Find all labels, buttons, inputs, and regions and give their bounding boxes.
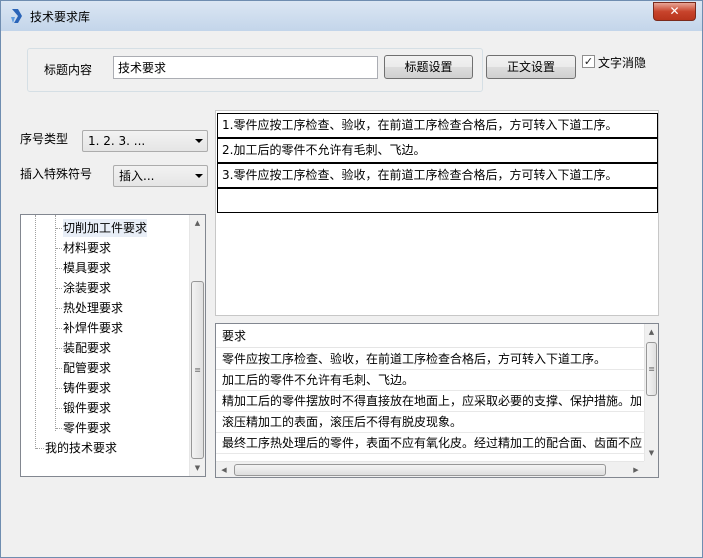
scroll-right-icon[interactable]: ▶ — [628, 462, 644, 477]
list-item[interactable]: 零件应按工序检查、验收，在前道工序检查合格后，方可转入下道工序。 — [216, 349, 644, 370]
grip-icon: ≡ — [648, 364, 655, 374]
title-bar[interactable]: 技术要求库 ✕ — [1, 1, 702, 31]
tree-branch-line — [56, 408, 62, 409]
list-item[interactable]: 精加工后的零件摆放时不得直接放在地面上，应采取必要的支撑、保护措施。加 — [216, 391, 644, 412]
tree-branch-line — [56, 388, 62, 389]
list-column-header[interactable]: 要求 — [216, 324, 644, 348]
list-hscroll-thumb[interactable] — [234, 464, 606, 476]
scroll-up-icon[interactable]: ▲ — [190, 215, 205, 231]
scrollbar-corner — [644, 461, 658, 477]
special-symbol-value: 插入... — [119, 169, 155, 183]
tree-branch-line — [36, 448, 44, 449]
scroll-left-icon[interactable]: ◀ — [216, 462, 232, 477]
tree-item-forging[interactable]: 锻件要求 — [63, 399, 111, 417]
list-item[interactable]: 滚压精加工的表面，滚压后不得有脱皮现象。 — [216, 412, 644, 433]
title-content-label: 标题内容 — [44, 63, 93, 77]
list-vscroll-thumb[interactable]: ≡ — [646, 342, 657, 396]
window-title: 技术要求库 — [30, 10, 91, 24]
tree-branch-line — [56, 428, 62, 429]
tree-item-my-requirements[interactable]: 我的技术要求 — [45, 439, 117, 457]
tree-branch-line — [56, 248, 62, 249]
tree-branch-line — [56, 268, 62, 269]
text-hide-checkbox[interactable]: ✓ — [582, 55, 595, 68]
tree-item-cutting[interactable]: 切削加工件要求 — [63, 219, 148, 237]
scroll-up-icon[interactable]: ▲ — [645, 324, 658, 340]
tree-item-casting[interactable]: 铸件要求 — [63, 379, 111, 397]
close-icon: ✕ — [669, 4, 680, 18]
tree-item-material[interactable]: 材料要求 — [63, 239, 111, 257]
scroll-down-icon[interactable]: ▼ — [190, 460, 205, 476]
tree-scroll-thumb[interactable]: ≡ — [191, 281, 204, 459]
list-horizontal-scrollbar[interactable]: ◀ ▶ — [216, 461, 644, 477]
editor-row[interactable]: 1.零件应按工序检查、验收，在前道工序检查合格后，方可转入下道工序。 — [217, 113, 658, 138]
tree-item-assembly[interactable]: 装配要求 — [63, 339, 111, 357]
text-hide-label: 文字消隐 — [598, 56, 647, 70]
chevron-down-icon — [195, 174, 203, 178]
numbering-type-select[interactable]: 1. 2. 3. ... — [82, 130, 208, 152]
tree-item-part[interactable]: 零件要求 — [63, 419, 111, 437]
list-item[interactable]: 加工后的零件不允许有毛刺、飞边。 — [216, 370, 644, 391]
tree-branch-line — [56, 348, 62, 349]
list-item[interactable]: 最终工序热处理后的零件，表面不应有氧化皮。经过精加工的配合面、齿面不应 — [216, 433, 644, 454]
special-symbol-select[interactable]: 插入... — [113, 165, 208, 187]
editor-row[interactable] — [217, 188, 658, 213]
tree-scrollbar[interactable]: ▲ ≡ ▼ — [189, 215, 205, 476]
tree-branch-line — [56, 228, 62, 229]
tech-requirements-window: 技术要求库 ✕ 标题内容 技术要求 标题设置 正文设置 ✓ 文字消隐 序号类型 … — [0, 0, 703, 558]
special-symbol-label: 插入特殊符号 — [20, 167, 93, 181]
tree-branch-line — [56, 288, 62, 289]
tree-item-mold[interactable]: 模具要求 — [63, 259, 111, 277]
tree-root-connector — [35, 215, 36, 449]
grip-icon: ≡ — [194, 365, 201, 375]
body-settings-button[interactable]: 正文设置 — [486, 55, 576, 79]
tree-item-piping[interactable]: 配管要求 — [63, 359, 111, 377]
editor-row[interactable]: 3.零件应按工序检查、验收，在前道工序检查合格后，方可转入下道工序。 — [217, 163, 658, 188]
list-vertical-scrollbar[interactable]: ▲ ≡ ▼ — [644, 324, 658, 461]
requirements-list[interactable]: 要求 零件应按工序检查、验收，在前道工序检查合格后，方可转入下道工序。 加工后的… — [215, 323, 659, 478]
app-logo-icon — [11, 9, 22, 23]
checkmark-icon: ✓ — [583, 55, 594, 68]
title-settings-button[interactable]: 标题设置 — [384, 55, 473, 79]
category-tree[interactable]: 切削加工件要求 材料要求 模具要求 涂装要求 热处理要求 补焊件要求 装配要求 … — [20, 214, 206, 477]
scroll-down-icon[interactable]: ▼ — [645, 445, 658, 461]
tree-branch-line — [56, 368, 62, 369]
close-button[interactable]: ✕ — [653, 2, 696, 21]
tree-branch-line — [56, 328, 62, 329]
tree-item-repair-welding[interactable]: 补焊件要求 — [63, 319, 123, 337]
requirements-editor[interactable]: 1.零件应按工序检查、验收，在前道工序检查合格后，方可转入下道工序。 2.加工后… — [215, 110, 659, 316]
tree-item-heat-treatment[interactable]: 热处理要求 — [63, 299, 123, 317]
numbering-type-value: 1. 2. 3. ... — [88, 134, 146, 148]
numbering-type-label: 序号类型 — [20, 132, 69, 146]
tree-item-coating[interactable]: 涂装要求 — [63, 279, 111, 297]
tree-branch-line — [56, 308, 62, 309]
editor-row[interactable]: 2.加工后的零件不允许有毛刺、飞边。 — [217, 138, 658, 163]
title-content-input[interactable]: 技术要求 — [113, 56, 378, 79]
chevron-down-icon — [195, 139, 203, 143]
